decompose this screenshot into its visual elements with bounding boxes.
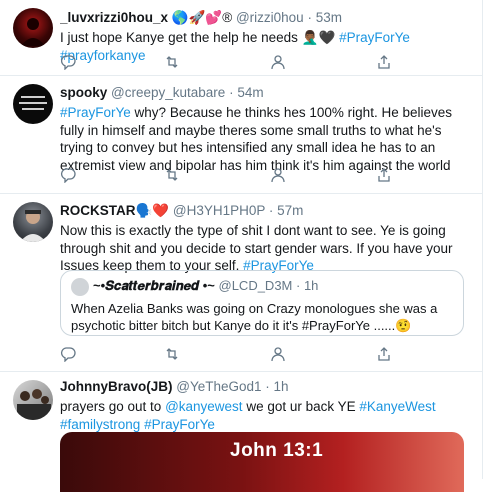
avatar[interactable] [13,202,53,242]
like-icon[interactable] [270,54,288,72]
quoted-tweet[interactable]: ~•𝑺𝒄𝒂𝒕𝒕𝒆𝒓𝒃𝒓𝒂𝒊𝒏𝒆𝒅 •~ @LCD_D3M · 1h When A… [60,270,464,336]
tweet-actions [60,54,400,72]
reply-icon[interactable] [60,54,78,72]
tweet-media-image[interactable]: John 13:1 [60,432,464,492]
share-icon[interactable] [376,167,394,185]
media-caption: John 13:1 [230,440,324,461]
avatar[interactable] [13,8,53,48]
mention-link[interactable]: @kanyewest [165,399,243,414]
like-icon[interactable] [270,346,288,364]
quoted-timestamp: 1h [303,278,319,293]
timestamp[interactable]: 57m [277,203,303,218]
name-emoji: 🌎🚀💕® [171,10,233,25]
tweet-text: #PrayForYe why? Because he thinks hes 10… [60,105,452,173]
hashtag-link[interactable]: #KanyeWest [359,399,435,414]
display-name[interactable]: ROCKSTAR [60,203,136,218]
tweet[interactable]: ROCKSTAR🗣️❤️ @H3YH1PH0P · 57m Now this i… [0,194,482,372]
share-icon[interactable] [376,346,394,364]
name-emoji: 🗣️❤️ [135,203,170,218]
display-name[interactable]: _luvxrizzi0hou_x [60,10,168,25]
tweet[interactable]: _luvxrizzi0hou_x 🌎🚀💕® @rizzi0hou · 53m I… [0,0,482,76]
timeline-feed: _luvxrizzi0hou_x 🌎🚀💕® @rizzi0hou · 53m I… [0,0,483,492]
tweet-text: Now this is exactly the type of shit I d… [60,223,453,273]
tweet-actions [60,167,400,185]
quoted-user-handle: @LCD_D3M [218,278,293,293]
reply-icon[interactable] [60,346,78,364]
display-name[interactable]: JohnnyBravo(JB) [60,379,173,394]
retweet-icon[interactable] [164,167,182,185]
user-handle[interactable]: @rizzi0hou [236,10,304,25]
reply-icon[interactable] [60,167,78,185]
hashtag-link[interactable]: #familystrong [60,417,140,432]
user-handle[interactable]: @YeTheGod1 [176,379,261,394]
timestamp[interactable]: 54m [237,85,263,100]
timestamp[interactable]: 53m [316,10,342,25]
share-icon[interactable] [376,54,394,72]
avatar[interactable] [13,84,53,124]
avatar[interactable] [13,380,53,420]
display-name[interactable]: spooky [60,85,107,100]
quoted-display-name: ~•𝑺𝒄𝒂𝒕𝒕𝒆𝒓𝒃𝒓𝒂𝒊𝒏𝒆𝒅 •~ [93,278,215,293]
user-handle[interactable]: @creepy_kutabare [111,85,225,100]
user-handle[interactable]: @H3YH1PH0P [173,203,265,218]
tweet[interactable]: JohnnyBravo(JB) @YeTheGod1 · 1h prayers … [0,372,482,492]
hashtag-link[interactable]: #PrayForYe [60,105,131,120]
like-icon[interactable] [270,167,288,185]
timestamp[interactable]: 1h [274,379,289,394]
tweet[interactable]: spooky @creepy_kutabare · 54m #PrayForYe… [0,76,482,194]
quoted-tweet-text: When Azelia Banks was going on Crazy mon… [71,300,438,333]
quoted-avatar [71,277,89,296]
tweet-text: prayers go out to @kanyewest we got ur b… [60,399,436,432]
hashtag-link[interactable]: #PrayForYe [144,417,215,432]
hashtag-link[interactable]: #PrayForYe [339,30,410,45]
retweet-icon[interactable] [164,346,182,364]
retweet-icon[interactable] [164,54,182,72]
tweet-actions [60,346,400,364]
